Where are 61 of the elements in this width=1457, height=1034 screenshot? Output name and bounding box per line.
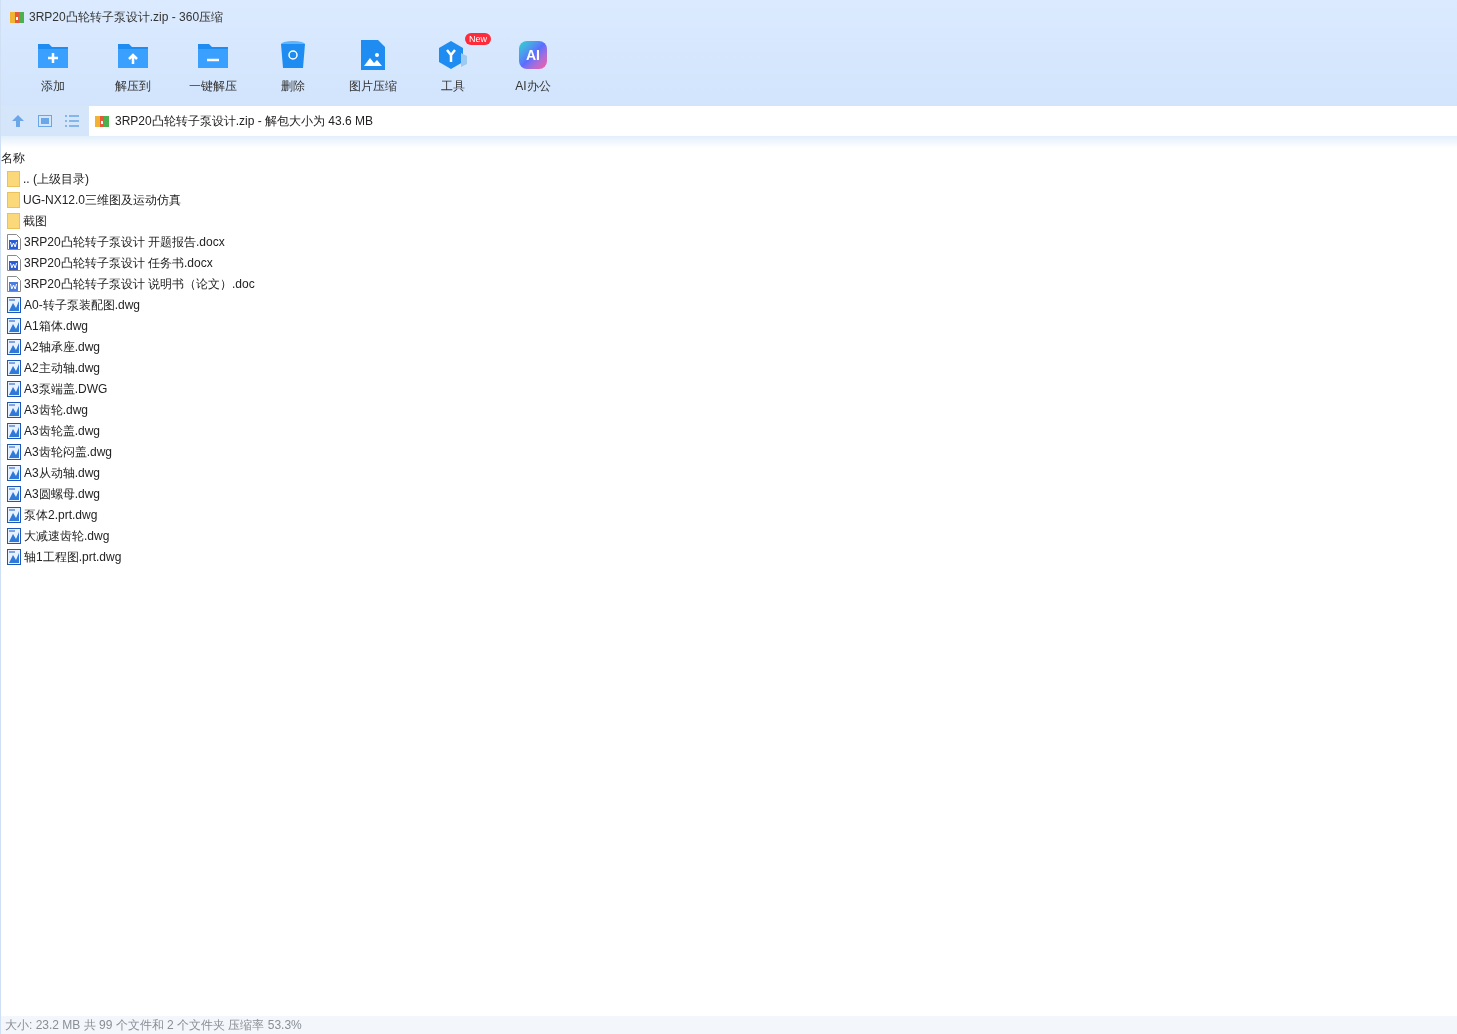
file-name[interactable]: 泵体2.prt.dwg bbox=[24, 505, 98, 524]
folder-icon bbox=[7, 212, 20, 229]
drawing-file-icon bbox=[7, 338, 21, 355]
up-arrow-icon[interactable] bbox=[11, 114, 26, 128]
drawing-file-icon bbox=[7, 485, 21, 502]
word-document-icon bbox=[7, 275, 21, 292]
file-name[interactable]: A3齿轮盖.dwg bbox=[24, 421, 101, 440]
drawing-file-icon bbox=[7, 317, 21, 334]
thumbnail-view-icon[interactable] bbox=[38, 115, 52, 127]
file-name[interactable]: A2主动轴.dwg bbox=[24, 358, 101, 377]
drawing-file-icon bbox=[7, 380, 21, 397]
file-name[interactable]: 轴1工程图.prt.dwg bbox=[24, 547, 122, 566]
file-name[interactable]: 截图 bbox=[23, 211, 47, 230]
file-name[interactable]: 3RP20凸轮转子泵设计 任务书.docx bbox=[24, 253, 213, 272]
drawing-file-icon bbox=[7, 464, 21, 481]
folder-icon bbox=[7, 170, 20, 187]
folder-upload-icon bbox=[117, 41, 149, 69]
toolbar-button[interactable]: AI AI办公 bbox=[493, 33, 573, 106]
image-file-icon bbox=[361, 40, 385, 70]
drawing-file-icon bbox=[7, 548, 21, 565]
list-view-icon[interactable] bbox=[64, 115, 79, 127]
file-name[interactable]: A2轴承座.dwg bbox=[24, 337, 101, 356]
toolbar-button[interactable]: 添加 bbox=[13, 33, 93, 106]
toolbar-button[interactable]: 图片压缩 bbox=[333, 33, 413, 106]
toolbar-button[interactable]: 解压到 bbox=[93, 33, 173, 106]
file-name[interactable]: A3齿轮.dwg bbox=[24, 400, 89, 419]
hexagon-tool-icon bbox=[437, 39, 469, 71]
address-field[interactable]: 3RP20凸轮转子泵设计.zip - 解包大小为 43.6 MB bbox=[89, 106, 1457, 136]
file-name[interactable]: A3从动轴.dwg bbox=[24, 463, 101, 482]
ai-logo-icon: AI bbox=[519, 41, 547, 69]
toolbar-button[interactable]: 删除 bbox=[253, 33, 333, 106]
toolbar-button[interactable]: 一键解压 bbox=[173, 33, 253, 106]
word-document-icon bbox=[7, 254, 21, 271]
file-name[interactable]: A1箱体.dwg bbox=[24, 316, 89, 335]
drawing-file-icon bbox=[7, 296, 21, 313]
toolbar-button[interactable]: 工具 New bbox=[413, 33, 493, 106]
file-name[interactable]: 大减速齿轮.dwg bbox=[24, 526, 110, 545]
column-header[interactable]: 名称 bbox=[1, 149, 25, 167]
folder-plus-icon bbox=[37, 41, 69, 69]
status-text: 大小: 23.2 MB 共 99 个文件和 2 个文件夹 压缩率 53.3% bbox=[5, 1017, 302, 1034]
file-name[interactable]: A0-转子泵装配图.dwg bbox=[24, 295, 141, 314]
file-name[interactable]: UG-NX12.0三维图及运动仿真 bbox=[23, 190, 182, 209]
file-name[interactable]: 3RP20凸轮转子泵设计 说明书（论文）.doc bbox=[24, 274, 255, 293]
archive-icon bbox=[94, 113, 110, 129]
window-title: 3RP20凸轮转子泵设计.zip - 360压缩 bbox=[29, 8, 224, 26]
folder-minus-icon bbox=[197, 41, 229, 69]
recycle-bin-icon bbox=[280, 40, 306, 70]
folder-icon bbox=[7, 191, 20, 208]
drawing-file-icon bbox=[7, 443, 21, 460]
drawing-file-icon bbox=[7, 527, 21, 544]
file-name[interactable]: A3圆螺母.dwg bbox=[24, 484, 101, 503]
file-name[interactable]: .. (上级目录) bbox=[23, 169, 89, 188]
new-badge: New bbox=[465, 33, 491, 45]
word-document-icon bbox=[7, 233, 21, 250]
file-name[interactable]: A3齿轮闷盖.dwg bbox=[24, 442, 113, 461]
drawing-file-icon bbox=[7, 506, 21, 523]
file-name[interactable]: A3泵端盖.DWG bbox=[24, 379, 108, 398]
drawing-file-icon bbox=[7, 401, 21, 418]
drawing-file-icon bbox=[7, 422, 21, 439]
drawing-file-icon bbox=[7, 359, 21, 376]
file-name[interactable]: 3RP20凸轮转子泵设计 开题报告.docx bbox=[24, 232, 225, 251]
